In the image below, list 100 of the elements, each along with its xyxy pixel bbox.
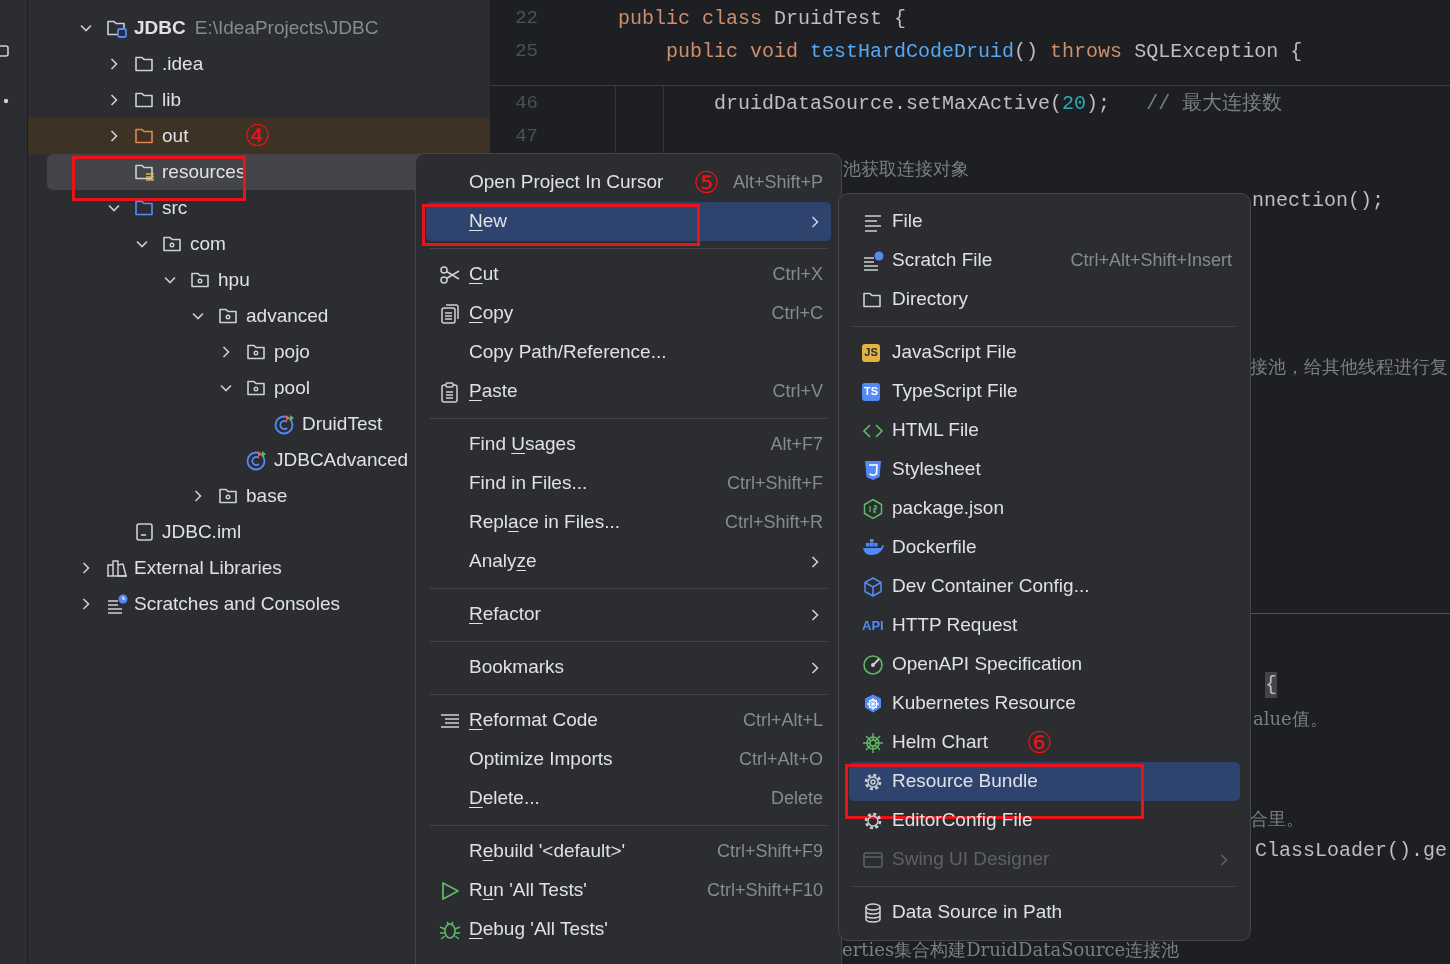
copy-icon — [439, 302, 461, 325]
tree-item-label[interactable]: out — [162, 121, 189, 151]
scratch-file-icon — [862, 249, 884, 272]
database-icon — [862, 901, 884, 924]
tool-window-icon[interactable] — [0, 44, 10, 58]
tree-item-label[interactable]: Scratches and Consoles — [134, 589, 340, 619]
shortcut-text: Alt+F7 — [770, 433, 823, 456]
callout-number: ⑤ — [693, 167, 721, 198]
code-text: alue值。 — [1253, 707, 1328, 731]
menu-item[interactable]: Stylesheet — [849, 450, 1240, 489]
tree-row[interactable]: JDBC E:\IdeaProjects\JDBC — [28, 10, 490, 46]
menu-item[interactable]: Optimize Imports Ctrl+Alt+O — [426, 740, 831, 779]
menu-item[interactable]: Analyze — [426, 542, 831, 581]
menu-item[interactable]: Refactor — [426, 595, 831, 634]
menu-item[interactable]: Run 'All Tests' Ctrl+Shift+F10 — [426, 871, 831, 910]
shortcut-text: Ctrl+Alt+Shift+Insert — [1070, 249, 1232, 272]
tree-item-label[interactable]: lib — [162, 85, 181, 115]
shortcut-text: Ctrl+Shift+F10 — [706, 879, 823, 902]
menu-item[interactable]: OpenAPI Specification — [849, 645, 1240, 684]
menu-item[interactable]: Replace in Files... Ctrl+Shift+R — [426, 503, 831, 542]
menu-item[interactable]: Paste Ctrl+V — [426, 372, 831, 411]
menu-item[interactable]: Copy Path/Reference... — [426, 333, 831, 372]
tree-item-label[interactable]: JDBC — [134, 13, 186, 43]
shortcut-text: Ctrl+Shift+F9 — [716, 840, 823, 863]
menu-item[interactable]: Debug 'All Tests' — [426, 910, 831, 949]
tree-item-label[interactable]: src — [162, 193, 188, 223]
scissors-icon — [439, 263, 461, 286]
menu-item[interactable]: Rebuild '<default>' Ctrl+Shift+F9 — [426, 832, 831, 871]
code-line: public void testHardCodeDruid() throws SQLException { — [665, 38, 1303, 65]
tree-item-label[interactable]: JDBC.iml — [162, 517, 242, 547]
play-icon — [439, 879, 461, 902]
code-text: 合里。 — [1250, 807, 1304, 831]
menu-item[interactable]: Scratch File Ctrl+Alt+Shift+Insert — [849, 241, 1240, 280]
tree-row[interactable]: .idea — [28, 46, 490, 82]
tree-item-label[interactable]: DruidTest — [302, 409, 383, 439]
menu-item[interactable]: Reformat Code Ctrl+Alt+L — [426, 701, 831, 740]
callout-number: ⑥ — [1026, 727, 1054, 758]
menu-item[interactable]: Kubernetes Resource — [849, 684, 1240, 723]
libraries-icon — [106, 557, 128, 579]
tree-item-label[interactable]: resources — [162, 157, 246, 187]
tree-item-label[interactable]: External Libraries — [134, 553, 282, 583]
menu-item[interactable]: API HTTP Request — [849, 606, 1240, 645]
menu-item[interactable]: Delete... Delete — [426, 779, 831, 818]
tree-item-label[interactable]: pojo — [274, 337, 310, 367]
menu-item[interactable]: Helm Chart ⑥ — [849, 723, 1240, 762]
menu-item[interactable]: Data Source in Path — [849, 893, 1240, 932]
code-text: nnection(); — [1252, 188, 1385, 214]
menu-item[interactable]: Dev Container Config... — [849, 567, 1240, 606]
shortcut-text: Ctrl+Alt+O — [738, 748, 823, 771]
project-path: E:\IdeaProjects\JDBC — [194, 15, 379, 40]
menu-item[interactable]: Find in Files... Ctrl+Shift+F — [426, 464, 831, 503]
menu-item[interactable]: File — [849, 202, 1240, 241]
code-text: ClassLoader().ge — [1255, 838, 1448, 864]
tree-item-label[interactable]: pool — [274, 373, 310, 403]
css-shield-icon — [862, 458, 884, 481]
callout-number: ④ — [244, 121, 272, 151]
tree-item-label[interactable]: hpu — [218, 265, 250, 295]
menu-item[interactable]: Dockerfile — [849, 528, 1240, 567]
shortcut-text: Ctrl+V — [772, 380, 823, 403]
shortcut-text: Ctrl+Alt+L — [742, 709, 823, 732]
file-type-icon: TS — [862, 382, 880, 401]
code-text: { — [1265, 672, 1277, 698]
ship-wheel-icon — [862, 731, 884, 754]
menu-item[interactable]: Directory — [849, 280, 1240, 319]
file-type-icon: JS — [862, 343, 880, 362]
menu-item[interactable]: package.json — [849, 489, 1240, 528]
clipboard-icon — [439, 380, 461, 403]
code-text: 接池，给其他线程进行复 — [1250, 355, 1448, 379]
helm-wheel-icon — [862, 692, 884, 715]
menu-item[interactable]: Resource Bundle — [849, 762, 1240, 801]
tree-row[interactable]: out ④ — [28, 118, 490, 154]
file-type-icon: API — [862, 616, 884, 635]
menu-item[interactable]: HTML File — [849, 411, 1240, 450]
menu-item[interactable]: TS TypeScript File — [849, 372, 1240, 411]
menu-item[interactable]: New — [426, 202, 831, 241]
tree-item-label[interactable]: .idea — [162, 49, 204, 79]
menu-item[interactable]: JS JavaScript File — [849, 333, 1240, 372]
shortcut-text: Ctrl+Shift+R — [724, 511, 823, 534]
shortcut-text: Alt+Shift+P — [732, 171, 823, 194]
menu-item[interactable]: Bookmarks — [426, 648, 831, 687]
cube-icon — [862, 575, 884, 598]
class-icon — [274, 413, 296, 435]
tree-item-label[interactable]: advanced — [246, 301, 329, 331]
gauge-icon — [862, 653, 884, 676]
tree-row[interactable]: lib — [28, 82, 490, 118]
code-line: public class DruidTest { — [617, 5, 907, 32]
tree-item-label[interactable]: JDBCAdvanced — [274, 445, 409, 475]
menu-item[interactable]: Copy Ctrl+C — [426, 294, 831, 333]
file-icon — [134, 521, 156, 543]
scratches-icon — [106, 593, 128, 615]
code-text: erties集合构建DruidDataSource连接池 — [842, 938, 1180, 962]
shortcut-text: Delete — [770, 787, 823, 810]
menu-item[interactable]: Find Usages Alt+F7 — [426, 425, 831, 464]
code-line: druidDataSource.setMaxActive(20); // 最大连接数 — [713, 90, 1283, 117]
shortcut-text: Ctrl+C — [771, 302, 823, 325]
tree-item-label[interactable]: base — [246, 481, 288, 511]
shortcut-text: Ctrl+Shift+F — [726, 472, 823, 495]
node-hexagon-icon — [862, 497, 884, 520]
tree-item-label[interactable]: com — [190, 229, 226, 259]
class-icon — [246, 449, 268, 471]
